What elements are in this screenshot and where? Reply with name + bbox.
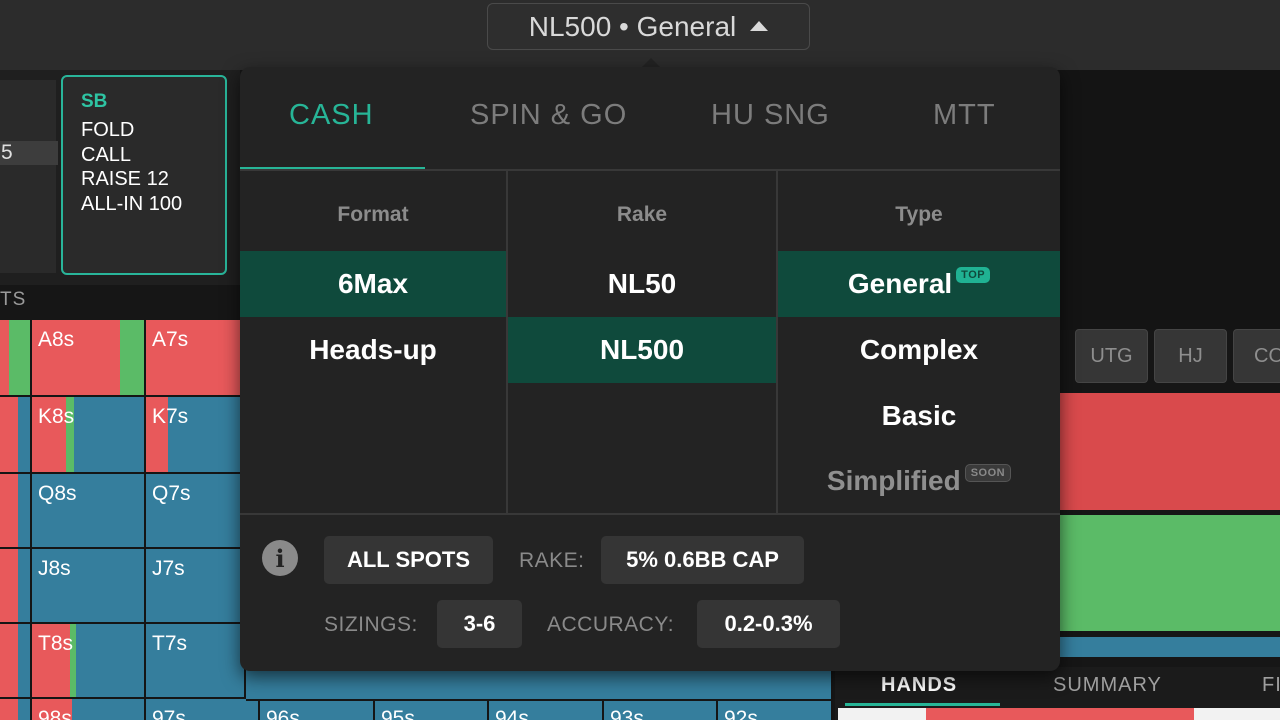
grid-cell[interactable] bbox=[0, 320, 32, 397]
hand-label: Q8s bbox=[38, 482, 77, 505]
grid-cell[interactable]: 94s bbox=[489, 699, 604, 720]
hand-label: A7s bbox=[152, 328, 189, 351]
tab-cash[interactable]: CASH bbox=[289, 99, 374, 132]
rake-option-nl500[interactable]: NL500 bbox=[508, 317, 776, 383]
grid-cell[interactable]: 97s bbox=[146, 699, 260, 720]
grid-cell[interactable]: 98s bbox=[32, 699, 146, 720]
hand-label: 95s bbox=[381, 707, 415, 720]
divider bbox=[240, 169, 1060, 171]
hand-label: 97s bbox=[152, 707, 186, 720]
action-fold: FOLD bbox=[81, 119, 135, 141]
rake-label: RAKE: bbox=[519, 549, 585, 572]
hand-label: Q7s bbox=[152, 482, 191, 505]
hand-label: J8s bbox=[38, 557, 71, 580]
grid-cell[interactable] bbox=[246, 670, 833, 701]
tab-co[interactable]: CO bbox=[1233, 329, 1280, 383]
grid-cell[interactable]: K8s bbox=[32, 397, 146, 474]
hand-label: K8s bbox=[38, 405, 75, 428]
sb-position-card[interactable]: SB FOLD CALL RAISE 12 ALL-IN 100 bbox=[61, 75, 227, 275]
type-option-general[interactable]: General TOP bbox=[778, 251, 1060, 317]
prev-position-card[interactable] bbox=[0, 80, 56, 273]
grid-cell[interactable] bbox=[0, 549, 32, 624]
rake-value: 5% 0.6BB CAP bbox=[601, 536, 804, 584]
type-option-basic[interactable]: Basic bbox=[778, 383, 1060, 449]
caret-up-icon bbox=[750, 20, 769, 31]
divider bbox=[240, 513, 1060, 515]
soon-badge: SOON bbox=[964, 464, 1012, 482]
accuracy-value: 0.2-0.3% bbox=[697, 600, 840, 648]
hand-label: K7s bbox=[152, 405, 189, 428]
tab-hj[interactable]: HJ bbox=[1154, 329, 1227, 383]
format-option-6max[interactable]: 6Max bbox=[240, 251, 506, 317]
tab-mtt[interactable]: MTT bbox=[933, 99, 996, 132]
format-option-heads-up[interactable]: Heads-up bbox=[240, 317, 506, 383]
rake-header: Rake bbox=[616, 203, 668, 226]
action-allin: ALL-IN 100 bbox=[81, 192, 183, 215]
app-root: NL500 • General 5 SB FOLD CALL RAISE 12 … bbox=[0, 0, 1280, 720]
grid-cell[interactable]: 92s bbox=[718, 699, 833, 720]
hand-label: T7s bbox=[152, 632, 188, 655]
hand-label: 92s bbox=[724, 707, 758, 720]
grid-cell[interactable]: A8s bbox=[32, 320, 146, 397]
top-badge: TOP bbox=[956, 267, 991, 283]
spots-label: TS bbox=[0, 289, 27, 310]
grid-cell[interactable]: T8s bbox=[32, 624, 146, 699]
grid-cell[interactable]: 95s bbox=[375, 699, 489, 720]
hand-label: 98s bbox=[38, 707, 72, 720]
grid-cell[interactable]: J8s bbox=[32, 549, 146, 624]
grid-cell[interactable]: T7s bbox=[146, 624, 246, 699]
type-header: Type bbox=[895, 203, 943, 226]
grid-cell[interactable] bbox=[0, 624, 32, 699]
action-raise: RAISE 12 bbox=[81, 168, 169, 190]
prev-position-value: 5 bbox=[0, 141, 58, 165]
tab-summary[interactable]: SUMMARY bbox=[1053, 674, 1162, 697]
hand-label: T8s bbox=[38, 632, 74, 655]
strategy-bar-call bbox=[1060, 515, 1280, 631]
tab-filters[interactable]: FI bbox=[1262, 674, 1280, 697]
hand-cards-row bbox=[838, 708, 1280, 720]
grid-cell[interactable] bbox=[0, 699, 32, 720]
game-type-dropdown: CASH SPIN & GO HU SNG MTT Format Rake Ty… bbox=[240, 67, 1060, 671]
position-name: SB bbox=[81, 91, 108, 112]
hand-label: 96s bbox=[266, 707, 300, 720]
grid-cell[interactable]: J7s bbox=[146, 549, 246, 624]
hand-label: 93s bbox=[610, 707, 644, 720]
sizings-label: SIZINGS: bbox=[324, 613, 418, 636]
sizings-value: 3-6 bbox=[437, 600, 522, 648]
hand-label: A8s bbox=[38, 328, 75, 351]
grid-cell[interactable] bbox=[0, 397, 32, 474]
tab-hu-sng[interactable]: HU SNG bbox=[711, 99, 830, 132]
info-icon[interactable]: i bbox=[262, 540, 298, 576]
all-spots-button[interactable]: ALL SPOTS bbox=[324, 536, 493, 584]
strategy-bar-fold bbox=[1060, 637, 1280, 657]
format-header: Format bbox=[337, 203, 409, 226]
grid-cell[interactable]: 93s bbox=[604, 699, 718, 720]
active-tab-underline bbox=[845, 703, 1000, 706]
tab-hands[interactable]: HANDS bbox=[881, 674, 957, 697]
grid-cell[interactable]: K7s bbox=[146, 397, 246, 474]
type-option-complex[interactable]: Complex bbox=[778, 317, 1060, 383]
right-panel bbox=[1060, 70, 1280, 330]
type-option-simplified: Simplified SOON bbox=[778, 448, 1060, 514]
tab-utg[interactable]: UTG bbox=[1075, 329, 1148, 383]
game-selector-button[interactable]: NL500 • General bbox=[487, 3, 810, 50]
strategy-bar-raise bbox=[1060, 393, 1280, 510]
grid-cell[interactable]: A7s bbox=[146, 320, 246, 397]
game-selector-label: NL500 • General bbox=[528, 10, 737, 42]
hand-label: J7s bbox=[152, 557, 185, 580]
tab-spin-and-go[interactable]: SPIN & GO bbox=[470, 99, 627, 132]
hand-label: 94s bbox=[495, 707, 529, 720]
accuracy-label: ACCURACY: bbox=[547, 613, 675, 636]
action-call: CALL bbox=[81, 143, 132, 166]
rake-option-nl50[interactable]: NL50 bbox=[508, 251, 776, 317]
grid-cell[interactable]: Q8s bbox=[32, 474, 146, 549]
grid-cell[interactable]: 96s bbox=[260, 699, 375, 720]
grid-cell[interactable]: Q7s bbox=[146, 474, 246, 549]
grid-cell[interactable] bbox=[0, 474, 32, 549]
